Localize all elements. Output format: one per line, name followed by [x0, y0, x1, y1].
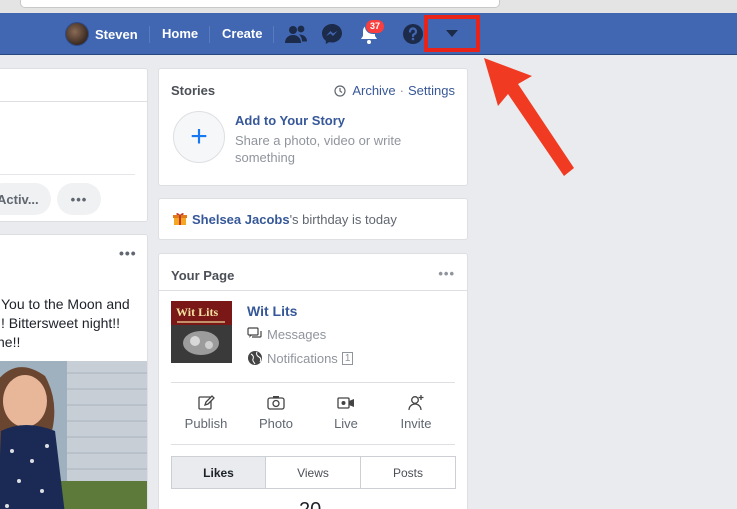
- birthday-name-link[interactable]: Shelsea Jacobs: [192, 212, 290, 227]
- camera-icon: [267, 396, 285, 410]
- tab-views[interactable]: Views: [265, 456, 361, 489]
- archive-link[interactable]: Archive: [352, 83, 395, 98]
- post-text: You to the Moon and ! Bittersweet night!…: [0, 295, 147, 352]
- separator-dot: ·: [399, 83, 405, 98]
- activity-label: Activ...: [0, 191, 39, 207]
- messages-link[interactable]: Messages: [247, 326, 326, 342]
- page-thumbnail-title: Wit Lits: [176, 305, 218, 319]
- red-pointer-arrow-icon: [484, 58, 574, 176]
- post-text-line: ne!!: [0, 334, 21, 350]
- profile-link[interactable]: Steven: [65, 22, 138, 46]
- page-name-link[interactable]: Wit Lits: [247, 303, 297, 319]
- nav-separator: [273, 26, 274, 43]
- live-label: Live: [334, 416, 358, 431]
- nav-separator: [149, 26, 150, 43]
- divider: [0, 101, 147, 102]
- gift-icon: [173, 213, 187, 225]
- stories-title: Stories: [171, 83, 216, 98]
- tab-posts-label: Posts: [392, 465, 423, 480]
- your-page-title: Your Page: [171, 268, 235, 283]
- post-text-line: ! Bittersweet night!!: [1, 315, 121, 331]
- add-story-subtitle: Share a photo, video or write something: [235, 133, 402, 165]
- more-dots-icon: •••: [70, 191, 88, 207]
- tab-views-label: Views: [297, 465, 329, 480]
- notifications-link[interactable]: Notifications 1: [247, 350, 354, 366]
- more-options-button[interactable]: •••: [57, 183, 101, 215]
- browser-chrome: [0, 0, 737, 13]
- avatar: [65, 22, 89, 46]
- tab-posts[interactable]: Posts: [360, 456, 456, 489]
- divider: [171, 382, 455, 383]
- profile-name: Steven: [95, 26, 138, 42]
- divider: [171, 444, 455, 445]
- tab-likes-label: Likes: [203, 465, 234, 480]
- publish-button[interactable]: Publish: [171, 394, 241, 431]
- archive-clock-icon: [334, 84, 346, 97]
- left-composer-card: Activ... •••: [0, 68, 148, 222]
- your-page-card: Your Page ••• Wit Lits Wit Lits Messages…: [158, 253, 468, 509]
- notifications-count: 1: [341, 351, 354, 365]
- birthday-card: Shelsea Jacobs's birthday is today: [158, 198, 468, 240]
- divider: [159, 290, 467, 291]
- stories-links: Archive · Settings: [334, 83, 455, 98]
- page-thumbnail[interactable]: Wit Lits: [171, 301, 232, 363]
- tab-likes[interactable]: Likes: [171, 456, 266, 489]
- birthday-suffix: 's birthday is today: [289, 212, 397, 227]
- pencil-icon: [198, 395, 215, 410]
- settings-link[interactable]: Settings: [408, 83, 455, 98]
- account-menu-button[interactable]: [424, 15, 480, 52]
- globe-icon: [248, 351, 262, 365]
- notifications-label: Notifications: [267, 350, 338, 366]
- birthday-text: Shelsea Jacobs's birthday is today: [192, 212, 397, 227]
- messages-label: Messages: [267, 326, 327, 342]
- help-icon[interactable]: [401, 22, 425, 46]
- feed-post-card: ••• You to the Moon and ! Bittersweet ni…: [0, 234, 148, 509]
- live-button[interactable]: Live: [311, 394, 381, 431]
- friend-requests-icon[interactable]: [284, 22, 308, 46]
- stories-card: Stories Archive · Settings + Add to Your…: [158, 68, 468, 186]
- top-navigation-bar: Steven Home Create 37: [0, 13, 737, 55]
- notification-count-badge: 37: [365, 19, 386, 34]
- photo-button[interactable]: Photo: [241, 394, 311, 431]
- messages-icon: [247, 327, 262, 338]
- add-story-title[interactable]: Add to Your Story: [235, 113, 345, 128]
- invite-label: Invite: [400, 416, 432, 431]
- divider: [0, 174, 135, 175]
- add-story-button[interactable]: +: [173, 111, 225, 163]
- create-link[interactable]: Create: [222, 26, 262, 41]
- home-link[interactable]: Home: [162, 26, 198, 41]
- nav-separator: [209, 26, 210, 43]
- messenger-icon[interactable]: [320, 22, 344, 46]
- address-bar[interactable]: [20, 0, 500, 8]
- invite-button[interactable]: Invite: [381, 394, 451, 431]
- post-photo[interactable]: [0, 361, 147, 509]
- publish-label: Publish: [184, 416, 228, 431]
- activity-button[interactable]: Activ...: [0, 183, 51, 215]
- photo-label: Photo: [259, 416, 293, 431]
- page-options-button[interactable]: •••: [438, 266, 455, 281]
- post-options-button[interactable]: •••: [119, 245, 137, 261]
- add-person-icon: [408, 395, 424, 411]
- post-text-line: You to the Moon and: [1, 296, 130, 312]
- dropdown-caret-icon: [446, 29, 458, 37]
- likes-count: 20: [299, 499, 321, 509]
- plus-icon: +: [190, 120, 208, 153]
- video-icon: [337, 397, 354, 409]
